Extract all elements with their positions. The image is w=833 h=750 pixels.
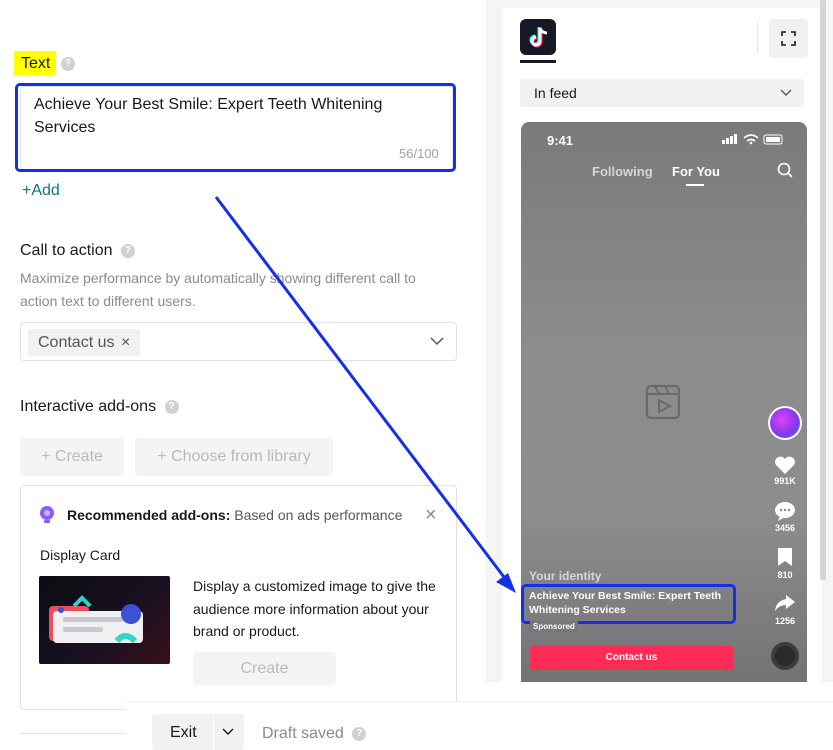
help-icon[interactable]: ? <box>164 399 179 414</box>
annotation-box-caption <box>521 584 736 624</box>
likes-count: 991K <box>774 476 796 486</box>
display-card-illustration-icon <box>49 595 143 644</box>
cta-title: Call to action ? <box>20 242 135 260</box>
placement-value: In feed <box>534 85 577 101</box>
share-icon[interactable] <box>774 594 796 612</box>
exit-label: Exit <box>170 724 197 741</box>
search-icon[interactable] <box>777 162 793 178</box>
status-icons <box>722 134 783 145</box>
add-text-button[interactable]: +Add <box>22 182 60 200</box>
tag-remove-icon[interactable]: × <box>121 334 130 351</box>
sponsored-label: Sponsored <box>530 621 578 632</box>
fullscreen-button[interactable] <box>769 19 808 58</box>
video-placeholder-icon <box>645 384 681 420</box>
annotation-box-text <box>15 83 456 172</box>
divider <box>20 733 125 734</box>
comment-icon[interactable] <box>774 501 796 521</box>
status-time: 9:41 <box>547 133 574 148</box>
display-card-title: Display Card <box>40 547 121 563</box>
music-disc-icon[interactable] <box>771 642 799 670</box>
close-icon[interactable]: × <box>425 504 437 527</box>
display-card-create-button[interactable]: Create <box>193 652 336 685</box>
divider <box>757 22 758 54</box>
cta-tag: Contact us × <box>28 329 141 356</box>
choose-library-button[interactable]: + Choose from library <box>135 438 333 476</box>
addons-title: Interactive add-ons ? <box>20 398 179 416</box>
contact-us-button[interactable]: Contact us <box>530 646 733 670</box>
create-addon-button[interactable]: + Create <box>20 438 124 476</box>
recommended-heading: Recommended add-ons: Based on ads perfor… <box>67 507 403 523</box>
tab-indicator <box>686 184 704 186</box>
avatar[interactable] <box>768 406 802 440</box>
display-card-thumbnail <box>39 576 170 664</box>
help-icon[interactable]: ? <box>60 56 75 71</box>
tab-following[interactable]: Following <box>592 164 653 179</box>
tab-for-you[interactable]: For You <box>672 164 720 179</box>
saves-count: 810 <box>777 570 793 580</box>
heart-icon[interactable] <box>774 455 796 475</box>
fullscreen-icon <box>781 31 796 46</box>
shares-count: 1256 <box>774 616 796 626</box>
tiktok-tab-indicator <box>520 60 556 63</box>
draft-status: Draft saved ? <box>262 725 367 743</box>
display-card-description: Display a customized image to give the a… <box>193 578 436 639</box>
text-label: Text ? <box>21 55 75 73</box>
help-icon[interactable]: ? <box>352 726 367 741</box>
help-icon[interactable]: ? <box>120 243 135 258</box>
lightbulb-icon <box>40 506 54 523</box>
chevron-down-icon[interactable] <box>780 89 792 97</box>
cta-description: Maximize performance by automatically sh… <box>20 270 416 309</box>
chevron-down-icon[interactable] <box>430 336 444 346</box>
divider <box>213 714 214 750</box>
chevron-down-icon[interactable] <box>222 728 234 736</box>
tiktok-logo-icon[interactable] <box>520 19 556 55</box>
scrollbar[interactable] <box>820 0 826 580</box>
comments-count: 3456 <box>774 523 796 533</box>
identity-name: Your identity <box>529 569 602 583</box>
bookmark-icon[interactable] <box>777 547 793 567</box>
